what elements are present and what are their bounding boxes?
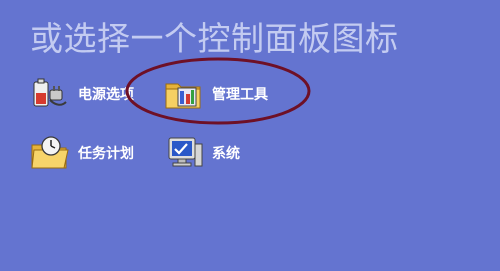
item-label: 任务计划 (78, 146, 134, 162)
system-icon (168, 137, 203, 167)
power-options-icon (33, 78, 67, 107)
control-panel-item-administrative-tools[interactable]: 管理工具 (164, 76, 268, 112)
control-panel-item-system[interactable]: 系统 (164, 135, 240, 171)
page-title: 或选择一个控制面板图标 (30, 19, 399, 58)
administrative-tools-icon (165, 83, 201, 109)
control-panel-item-scheduled-tasks[interactable]: 任务计划 (30, 135, 134, 171)
item-label: 管理工具 (212, 87, 268, 103)
control-panel-item-power-options[interactable]: 电源选项 (30, 76, 134, 112)
item-label: 系统 (212, 146, 240, 162)
scheduled-tasks-icon (31, 136, 69, 169)
item-label: 电源选项 (78, 87, 134, 103)
